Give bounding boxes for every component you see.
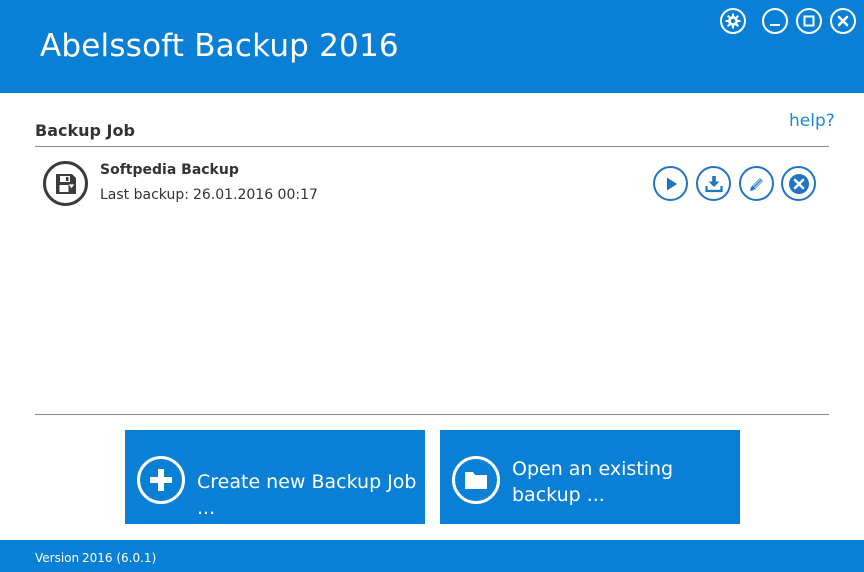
gear-icon: [725, 13, 741, 29]
plus-icon: [137, 456, 185, 504]
delete-job-button[interactable]: [781, 166, 816, 201]
run-backup-button[interactable]: [653, 166, 688, 201]
top-divider: [35, 146, 829, 147]
last-backup-label: Last backup:: [100, 187, 189, 203]
edit-job-button[interactable]: [739, 166, 774, 201]
close-button[interactable]: [830, 8, 856, 34]
create-backup-job-button[interactable]: Create new Backup Job ...: [125, 430, 425, 524]
title-bar: Abelssoft Backup 2016: [0, 0, 864, 93]
open-existing-backup-label-line2: backup ...: [512, 484, 605, 506]
open-existing-backup-label-line1: Open an existing: [512, 458, 674, 480]
folder-icon: [452, 456, 500, 504]
settings-button[interactable]: [720, 8, 746, 34]
version-value: 2016 (6.0.1): [82, 551, 157, 565]
last-backup-value: 26.01.2016 00:17: [192, 187, 318, 203]
play-icon: [666, 177, 677, 190]
restore-download-icon: [704, 175, 723, 192]
bottom-divider: [35, 414, 829, 415]
restore-button[interactable]: [696, 166, 731, 201]
app-title: Abelssoft Backup 2016: [40, 28, 399, 64]
section-title: Backup Job: [35, 121, 135, 140]
delete-x-icon: [788, 173, 809, 194]
open-existing-backup-button[interactable]: Open an existing backup ...: [440, 430, 740, 524]
help-link[interactable]: help?: [789, 111, 835, 131]
minimize-icon: [770, 24, 780, 26]
minimize-button[interactable]: [762, 8, 788, 34]
edit-pencil-icon: [749, 177, 763, 191]
maximize-button[interactable]: [796, 8, 822, 34]
job-name: Softpedia Backup: [100, 162, 239, 178]
save-disk-icon: [43, 161, 88, 206]
version-label: Version: [35, 551, 80, 565]
open-existing-backup-label: Open an existing backup ...: [512, 456, 673, 508]
create-backup-job-label: Create new Backup Job ...: [197, 471, 417, 519]
last-backup-info: Last backup: 26.01.2016 00:17: [100, 187, 322, 203]
close-icon: [837, 15, 849, 27]
maximize-icon: [803, 15, 815, 27]
status-footer: Version 2016 (6.0.1): [0, 540, 864, 572]
